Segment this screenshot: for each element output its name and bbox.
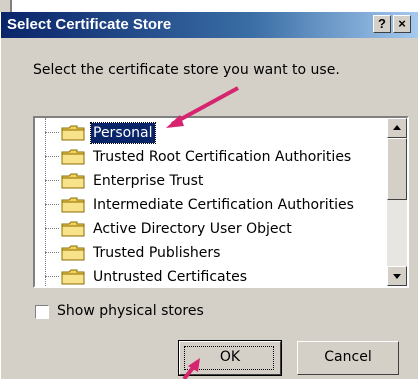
close-button[interactable]: × [393,15,411,33]
folder-icon [61,245,85,261]
parent-window-band [0,0,10,12]
tree-item-label: Intermediate Certification Authorities [93,197,354,213]
select-certificate-store-dialog: Select Certificate Store ? × Select the … [0,12,418,379]
vertical-scrollbar[interactable] [387,118,407,286]
tree-branch-line [45,276,59,277]
tree-list: Personal Trusted Root Certification Autho… [35,118,387,286]
tree-branch-line [45,228,59,229]
folder-icon [61,221,85,237]
dialog-title: Select Certificate Store [7,16,172,33]
scroll-down-arrow-icon[interactable] [387,266,407,286]
folder-icon [61,149,85,165]
tree-item-label: Untrusted Certificates [93,269,247,285]
tree-branch-line [45,204,59,205]
parent-window-divider [10,0,12,12]
show-physical-stores-checkbox[interactable] [35,305,49,319]
scroll-up-arrow-icon[interactable] [387,118,407,138]
prompt-text: Select the certificate store you want to… [33,62,340,78]
tree-item-label: Trusted Root Certification Authorities [93,149,352,165]
cancel-button-label: Cancel [324,349,372,365]
scrollbar-thumb[interactable] [387,138,407,200]
tree-item[interactable]: Enterprise Trust [35,170,387,192]
ok-button[interactable]: OK [178,340,282,376]
tree-branch-line [45,132,59,133]
folder-icon [61,125,85,141]
folder-icon [61,269,85,285]
tree-item[interactable]: Untrusted Certificates [35,266,387,286]
ok-focus-rect [184,346,274,370]
title-bar[interactable]: Select Certificate Store ? × [1,12,418,38]
tree-branch-line [45,180,59,181]
tree-item[interactable]: Trusted Root Certification Authorities [35,146,387,168]
help-button[interactable]: ? [373,15,391,33]
tree-item[interactable]: Personal [35,122,387,144]
certificate-store-tree[interactable]: Personal Trusted Root Certification Autho… [33,116,409,288]
tree-item-label: Active Directory User Object [93,221,292,237]
cancel-button[interactable]: Cancel [297,341,399,375]
tree-branch-line [45,156,59,157]
tree-item[interactable]: Active Directory User Object [35,218,387,240]
folder-icon [61,173,85,189]
parent-window-strip [0,0,418,12]
tree-item-label: Trusted Publishers [93,245,221,261]
tree-item[interactable]: Trusted Publishers [35,242,387,264]
tree-branch-line [45,252,59,253]
tree-item-label: Personal [90,122,156,144]
folder-icon [61,197,85,213]
tree-item[interactable]: Intermediate Certification Authorities [35,194,387,216]
show-physical-stores-label[interactable]: Show physical stores [57,303,204,319]
tree-item-label: Enterprise Trust [93,173,204,189]
